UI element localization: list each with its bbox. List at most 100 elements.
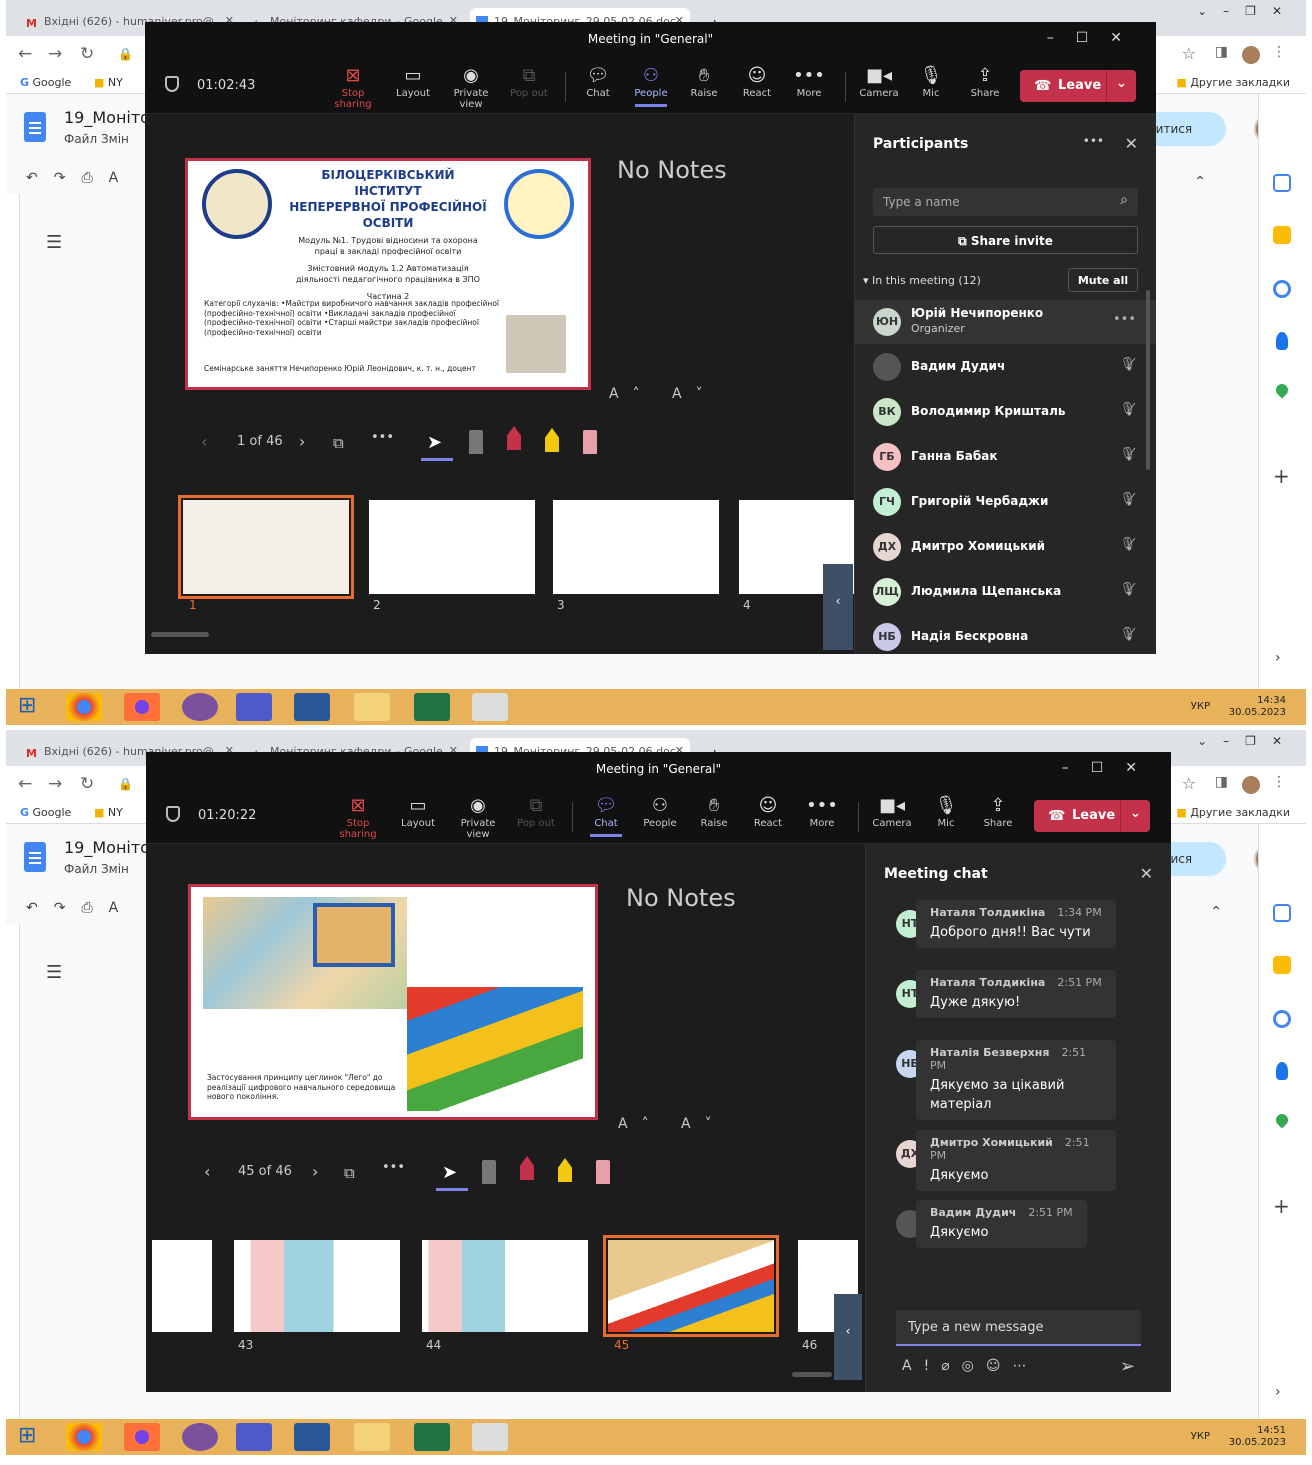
star-icon[interactable]: ☆: [1182, 44, 1196, 63]
layout-button[interactable]: ▭ Layout: [390, 794, 446, 829]
bookmark-google[interactable]: G Google: [20, 806, 71, 819]
people-button[interactable]: ⚇ People: [632, 794, 688, 829]
keep-icon[interactable]: [1273, 226, 1291, 244]
bookmark-ny[interactable]: ■ NY: [94, 806, 123, 819]
eraser-icon[interactable]: [583, 430, 597, 454]
teams-icon[interactable]: [236, 1423, 272, 1451]
windows-start-icon[interactable]: ⊞: [18, 693, 54, 721]
highlighter-icon[interactable]: [545, 428, 559, 452]
menu-icon[interactable]: ⋮: [1272, 44, 1286, 60]
calendar-icon[interactable]: [1273, 174, 1291, 192]
leave-button[interactable]: ☎ Leave ⌄: [1034, 800, 1150, 832]
contacts-icon[interactable]: [1276, 332, 1288, 350]
thumbnail-scrollbar[interactable]: [151, 632, 209, 637]
thumbnail-slide[interactable]: [553, 500, 719, 594]
thumbnail-scrollbar[interactable]: [792, 1372, 832, 1377]
font-size-controls[interactable]: A˄ A˅: [609, 386, 717, 402]
laser-pen-icon[interactable]: [482, 1160, 496, 1184]
contacts-icon[interactable]: [1276, 1062, 1288, 1080]
outline-icon[interactable]: ☰: [46, 232, 62, 253]
thumbnail-slide[interactable]: [422, 1240, 588, 1332]
chat-button[interactable]: 💬︎ Chat: [570, 64, 626, 99]
chrome-icon[interactable]: [66, 1423, 102, 1451]
close-icon[interactable]: ✕: [1140, 864, 1153, 883]
pop-out-button[interactable]: ⧉ Pop out: [508, 794, 564, 829]
close-icon[interactable]: ✕: [1125, 134, 1138, 153]
forward-icon[interactable]: →: [48, 774, 62, 794]
doc-toolbar[interactable]: ↶↷⎙A: [26, 900, 134, 916]
chat-message[interactable]: Наталія Безверхня 2:51 PM Дякуємо за цікав…: [916, 1040, 1116, 1120]
doc-menu[interactable]: Файл Змін: [64, 132, 129, 146]
pointer-icon[interactable]: ➤: [442, 1162, 457, 1183]
participant-row[interactable]: ВК Володимир Кришталь 🎙︎̸: [855, 390, 1156, 434]
chat-button[interactable]: 💬︎ Chat: [578, 794, 634, 837]
chevron-down-icon[interactable]: ⌄: [1120, 800, 1150, 832]
doc-menu[interactable]: Файл Змін: [64, 862, 129, 876]
chevron-down-icon[interactable]: ⌄: [1106, 70, 1136, 102]
menu-icon[interactable]: ⋮: [1272, 774, 1286, 790]
thumbnail-slide[interactable]: [234, 1240, 400, 1332]
participant-row[interactable]: ГБ Ганна Бабак 🎙︎̸: [855, 435, 1156, 479]
font-size-controls[interactable]: A˄ A˅: [618, 1116, 726, 1132]
react-button[interactable]: ☺ React: [729, 64, 785, 99]
prev-slide-icon[interactable]: ‹: [201, 432, 207, 451]
star-icon[interactable]: ☆: [1182, 774, 1196, 793]
scroll-left-icon[interactable]: ‹: [823, 564, 853, 650]
share-button[interactable]: ⇪ Share: [970, 794, 1026, 829]
profile-avatar[interactable]: [1242, 776, 1260, 794]
word-icon[interactable]: [294, 1423, 330, 1451]
doc-title[interactable]: 19_Моніто: [64, 838, 150, 857]
raise-hand-button[interactable]: ✋︎ Raise: [676, 64, 732, 99]
doc-toolbar[interactable]: ↶↷⎙A: [26, 170, 134, 186]
participant-row[interactable]: ГЧ Григорій Чербаджи 🎙︎̸: [855, 480, 1156, 524]
reload-icon[interactable]: ↻: [80, 774, 94, 794]
file-explorer-icon[interactable]: [354, 693, 390, 721]
camera-button[interactable]: ■◂ Camera: [864, 794, 920, 829]
viber-icon[interactable]: [182, 1423, 218, 1451]
share-invite-button[interactable]: ⧉ Share invite: [873, 226, 1138, 254]
windows-start-icon[interactable]: ⊞: [18, 1423, 54, 1451]
viber-icon[interactable]: [182, 693, 218, 721]
participant-row[interactable]: НБ Надія Бескровна 🎙︎̸: [855, 615, 1156, 659]
chevron-up-icon[interactable]: ⌃: [1210, 904, 1222, 920]
mute-all-button[interactable]: Mute all: [1068, 268, 1138, 292]
next-slide-icon[interactable]: ›: [299, 432, 305, 451]
bookmark-google[interactable]: G Google: [20, 76, 71, 89]
participant-search-input[interactable]: Type a name ⌕: [873, 188, 1138, 216]
layout-button[interactable]: ▭ Layout: [385, 64, 441, 99]
doc-title[interactable]: 19_Моніто: [64, 108, 150, 127]
send-icon[interactable]: ➢: [1120, 1356, 1135, 1377]
reload-icon[interactable]: ↻: [80, 44, 94, 64]
tasks-icon[interactable]: [1273, 1010, 1291, 1028]
more-options-icon[interactable]: •••: [382, 1160, 405, 1175]
docs-icon[interactable]: [24, 842, 46, 872]
excel-icon[interactable]: [414, 1423, 450, 1451]
chat-message[interactable]: Дмитро Хомицький 2:51 PM Дякуємо: [916, 1130, 1116, 1191]
snipping-tool-icon[interactable]: [472, 1423, 508, 1451]
stop-sharing-button[interactable]: ⊠ Stop sharing: [330, 794, 386, 840]
mic-button[interactable]: 🎙︎ Mic: [903, 64, 959, 99]
share-button[interactable]: ⇪ Share: [957, 64, 1013, 99]
in-meeting-header[interactable]: ▾ In this meeting (12): [863, 274, 981, 287]
window-controls[interactable]: ⌄–❐✕: [1197, 734, 1298, 748]
chevron-up-icon[interactable]: ⌃: [1194, 174, 1206, 190]
other-bookmarks[interactable]: ■ Другие закладки: [1176, 806, 1290, 819]
thumbnail-slide[interactable]: [178, 495, 354, 599]
sidebar-icon[interactable]: ◨: [1215, 774, 1228, 790]
thumbnail-slide[interactable]: [369, 500, 535, 594]
forward-icon[interactable]: →: [48, 44, 62, 64]
firefox-icon[interactable]: [124, 1423, 160, 1451]
chrome-icon[interactable]: [66, 693, 102, 721]
more-button[interactable]: ••• More: [794, 794, 850, 829]
panel-scrollbar[interactable]: [1146, 290, 1150, 470]
window-controls[interactable]: –☐✕: [1062, 760, 1159, 776]
bookmark-ny[interactable]: ■ NY: [94, 76, 123, 89]
add-icon[interactable]: +: [1273, 1194, 1290, 1218]
leave-button[interactable]: ☎ Leave ⌄: [1020, 70, 1136, 102]
add-icon[interactable]: +: [1273, 464, 1290, 488]
sidebar-icon[interactable]: ◨: [1215, 44, 1228, 60]
other-bookmarks[interactable]: ■ Другие закладки: [1176, 76, 1290, 89]
react-button[interactable]: ☺ React: [740, 794, 796, 829]
system-tray[interactable]: УКР 14:34 30.05.2023: [1191, 695, 1286, 719]
scroll-left-icon[interactable]: ‹: [834, 1294, 862, 1380]
